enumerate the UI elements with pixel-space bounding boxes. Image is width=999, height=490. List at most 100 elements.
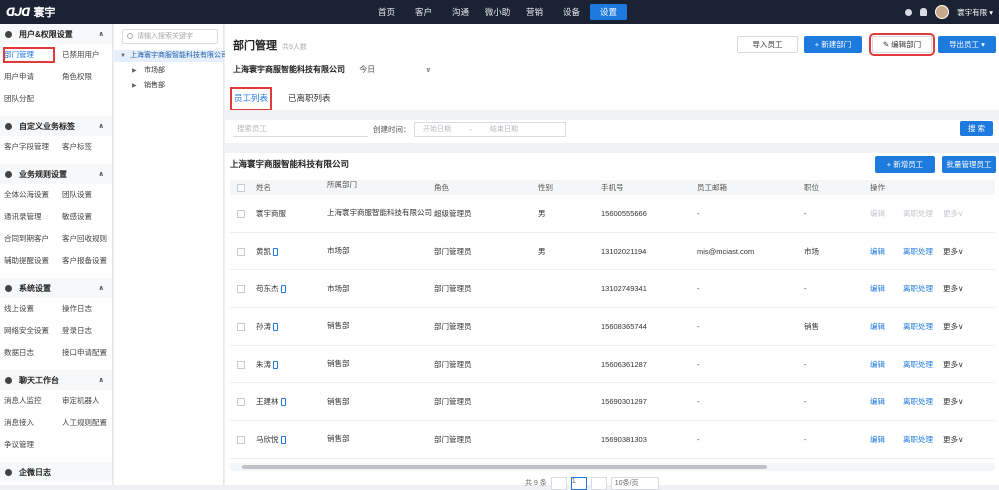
resign-link[interactable]: 离职处理 — [903, 359, 943, 370]
edit-link[interactable]: 编辑 — [870, 434, 903, 445]
import-employee-button[interactable]: 导入员工 — [737, 36, 798, 53]
sidebar-item[interactable]: 团队分配 — [0, 88, 58, 110]
tree-node-market[interactable]: ▶ 市场部 — [114, 65, 223, 77]
row-checkbox[interactable] — [237, 322, 245, 331]
horizontal-scrollbar[interactable] — [230, 463, 995, 471]
avatar[interactable] — [935, 5, 950, 19]
sidebar-item[interactable]: 接口申请配置 — [58, 342, 112, 364]
caret-right-icon[interactable]: ▶ — [132, 65, 137, 77]
edit-link[interactable]: 编辑 — [870, 321, 903, 332]
app-logo[interactable]: ᗡᒍᗡ 寰宇 — [6, 5, 55, 20]
bell-icon[interactable] — [920, 8, 928, 16]
sidebar-item[interactable]: 已禁用用户 — [58, 44, 112, 66]
tab-resigned-list[interactable]: 已离职列表 — [287, 90, 332, 108]
caret-down-icon[interactable]: ▼ — [120, 50, 126, 62]
tab-employee-list[interactable]: 员工列表 — [229, 87, 273, 111]
date-range-picker[interactable]: 开始日期 → 结束日期 — [414, 122, 566, 137]
edit-link[interactable]: 编辑 — [870, 283, 903, 294]
nav-item[interactable]: 微小助 — [479, 4, 516, 20]
nav-item[interactable]: 设备 — [553, 4, 590, 20]
row-checkbox[interactable] — [237, 435, 245, 444]
edit-link[interactable]: 编辑 — [870, 208, 903, 219]
nav-item[interactable]: 设置 — [590, 4, 627, 20]
resign-link[interactable]: 离职处理 — [903, 283, 943, 294]
row-checkbox[interactable] — [237, 209, 245, 218]
add-member-button[interactable]: + 新增员工 — [875, 156, 935, 173]
sidebar-section-header[interactable]: 聊天工作台 ∧ — [0, 370, 112, 390]
sidebar-section-header[interactable]: 系统设置 ∧ — [0, 278, 112, 298]
chevron-up-icon[interactable]: ∧ — [98, 122, 104, 130]
caret-right-icon[interactable]: ▶ — [132, 80, 137, 92]
sidebar-item[interactable]: 全体公海设置 — [0, 184, 58, 206]
sidebar-item[interactable]: 操作日志 — [58, 298, 112, 320]
row-checkbox[interactable] — [237, 285, 245, 294]
more-dropdown[interactable]: 更多∨ — [943, 246, 964, 257]
more-dropdown[interactable]: 更多∨ — [943, 208, 964, 219]
tree-node-sales[interactable]: ▶ 销售部 — [114, 80, 223, 92]
sidebar-item[interactable]: 团队设置 — [58, 184, 112, 206]
resign-link[interactable]: 离职处理 — [903, 321, 943, 332]
user-name[interactable]: 寰宇有限 ▾ — [957, 7, 993, 18]
prev-page-button[interactable] — [550, 476, 567, 490]
sidebar-item[interactable]: 消息人监控 — [0, 390, 58, 412]
sidebar-item[interactable]: 用户申请 — [0, 66, 58, 88]
table-row[interactable]: 朱涛 销售部 部门管理员 15606361287 - - 编辑 离职处理 更多∨ — [230, 346, 995, 384]
resign-link[interactable]: 离职处理 — [903, 246, 943, 257]
more-dropdown[interactable]: 更多∨ — [943, 434, 964, 445]
sidebar-item[interactable]: 客户报备设置 — [58, 250, 112, 272]
table-row[interactable]: 马欣悦 销售部 部门管理员 15690381303 - - 编辑 离职处理 更多∨ — [230, 421, 995, 459]
tree-search-input[interactable]: 请输入搜索关键字 — [122, 29, 218, 44]
table-row[interactable]: 王建林 销售部 部门管理员 15690301297 - - 编辑 离职处理 更多∨ — [230, 383, 995, 422]
search-button[interactable]: 搜 索 — [960, 121, 993, 136]
table-row[interactable]: 苟东杰 市场部 部门管理员 13102749341 - - 编辑 离职处理 更多∨ — [230, 270, 995, 309]
sidebar-section-header[interactable]: 业务规则设置 ∧ — [0, 164, 112, 184]
sidebar-item[interactable]: 人工规则配置 — [58, 412, 112, 434]
level-select[interactable]: 今日 — [359, 65, 375, 74]
row-checkbox[interactable] — [237, 247, 245, 256]
scroll-thumb[interactable] — [242, 465, 767, 469]
help-icon[interactable] — [905, 8, 913, 16]
tree-node-root[interactable]: ▼ 上海寰宇商服智能科技有限公司 — [114, 50, 228, 62]
sidebar-item[interactable]: 部门管理 — [0, 44, 58, 66]
table-row[interactable]: 黄凯 市场部 部门管理员 男 13102021194 mis@mciast.com 市场 编辑… — [230, 233, 995, 271]
more-dropdown[interactable]: 更多∨ — [943, 283, 964, 294]
more-dropdown[interactable]: 更多∨ — [943, 321, 964, 332]
nav-item[interactable]: 营销 — [516, 4, 553, 20]
edit-link[interactable]: 编辑 — [870, 246, 903, 257]
sidebar-item[interactable]: 数据日志 — [0, 342, 58, 364]
sidebar-item[interactable]: 客户回收规则 — [58, 228, 112, 250]
sidebar-item[interactable]: 争议管理 — [0, 434, 58, 456]
table-row[interactable]: 孙涛 销售部 部门管理员 15608365744 - 销售 编辑 离职处理 更多∨ — [230, 308, 995, 346]
sidebar-item[interactable]: 消息接入 — [0, 412, 58, 434]
new-department-button[interactable]: + 新建部门 — [804, 36, 862, 53]
sidebar-item[interactable]: 网络安全设置 — [0, 320, 58, 342]
nav-item[interactable]: 首页 — [368, 4, 405, 20]
sidebar-section-header[interactable]: 企微日志 — [0, 462, 112, 482]
sidebar-item[interactable]: 审定机器人 — [58, 390, 112, 412]
chevron-up-icon[interactable]: ∧ — [98, 30, 104, 38]
edit-department-button[interactable]: ✎ 编辑部门 — [869, 33, 935, 56]
sidebar-item[interactable]: 客户标签 — [58, 136, 112, 158]
sidebar-item[interactable]: 线上设置 — [0, 298, 58, 320]
employee-search-input[interactable]: 搜索员工 — [233, 122, 368, 137]
page-size-select[interactable]: 10条/页 — [610, 476, 659, 490]
chevron-down-icon[interactable]: ∨ — [425, 67, 431, 74]
select-all-checkbox[interactable] — [237, 184, 245, 193]
sidebar-item[interactable]: 合同到期客户 — [0, 228, 58, 250]
resign-link[interactable]: 离职处理 — [903, 208, 943, 219]
more-dropdown[interactable]: 更多∨ — [943, 359, 964, 370]
chevron-up-icon[interactable]: ∧ — [98, 170, 104, 178]
sidebar-item[interactable]: 登录日志 — [58, 320, 112, 342]
table-row[interactable]: 寰宇商服 上海寰宇商服智能科技有限公司 超级管理员 男 15600555666 - - 编辑离… — [230, 195, 995, 233]
sidebar-item[interactable]: 辅助提醒设置 — [0, 250, 58, 272]
row-checkbox[interactable] — [237, 398, 245, 407]
more-dropdown[interactable]: 更多∨ — [943, 396, 964, 407]
chevron-up-icon[interactable]: ∧ — [98, 284, 104, 292]
sidebar-item[interactable]: 角色权限 — [58, 66, 112, 88]
batch-manage-button[interactable]: 批量管理员工 — [942, 156, 996, 173]
sidebar-item[interactable]: 客户字段管理 — [0, 136, 58, 158]
sidebar-item[interactable]: 通讯录管理 — [0, 206, 58, 228]
row-checkbox[interactable] — [237, 360, 245, 369]
chevron-up-icon[interactable]: ∧ — [98, 376, 104, 384]
next-page-button[interactable] — [590, 476, 607, 490]
